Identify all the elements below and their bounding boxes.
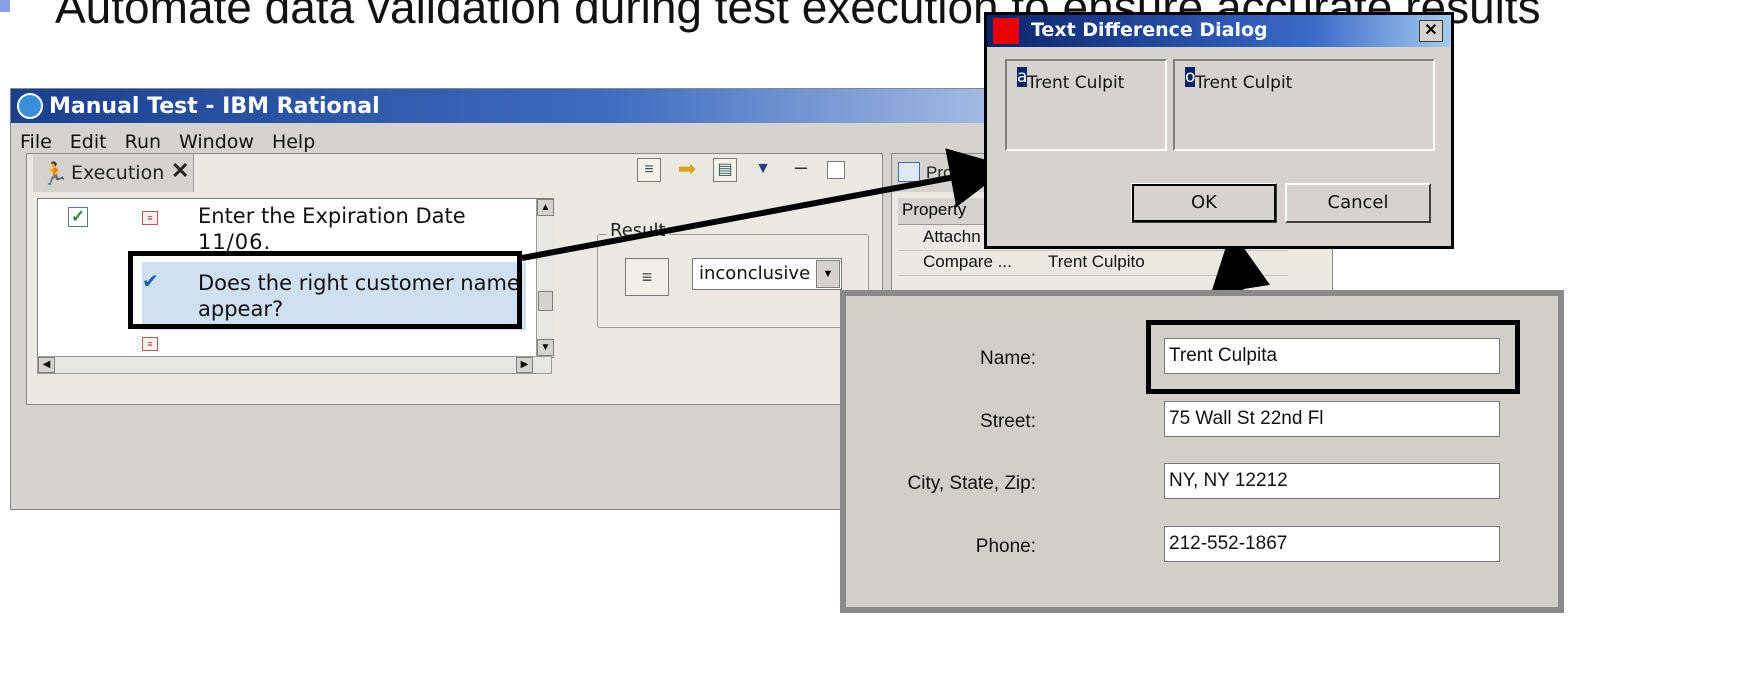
name-label: Name:: [980, 348, 1036, 369]
ok-button[interactable]: OK: [1131, 183, 1277, 223]
dialog-titlebar[interactable]: Text Difference Dialog ✕: [987, 15, 1451, 47]
expected-text-box[interactable]: Trent Culpit a: [1005, 59, 1167, 151]
expected-text: Trent Culpit: [1027, 73, 1125, 93]
phone-label: Phone:: [975, 536, 1036, 557]
arrow-to-dialog: [521, 148, 1010, 261]
phone-field[interactable]: 212-552-1867: [1164, 526, 1500, 562]
dialog-title: Text Difference Dialog: [1031, 19, 1268, 41]
text-difference-dialog: Text Difference Dialog ✕ Trent Culpit a T…: [984, 12, 1454, 249]
cancel-button[interactable]: Cancel: [1285, 183, 1431, 223]
dialog-app-icon: [993, 18, 1019, 44]
city-state-zip-label: City, State, Zip:: [907, 473, 1036, 494]
city-state-zip-field[interactable]: NY, NY 12212: [1164, 463, 1500, 499]
expected-diff-char: a: [1017, 67, 1028, 87]
street-label: Street:: [980, 411, 1036, 432]
close-icon[interactable]: ✕: [1419, 20, 1443, 42]
name-highlight-box: [1146, 320, 1520, 394]
actual-diff-char: o: [1185, 67, 1196, 87]
street-field[interactable]: 75 Wall St 22nd Fl: [1164, 401, 1500, 437]
actual-text-box[interactable]: Trent Culpit o: [1173, 59, 1435, 151]
actual-text: Trent Culpit: [1195, 73, 1293, 93]
